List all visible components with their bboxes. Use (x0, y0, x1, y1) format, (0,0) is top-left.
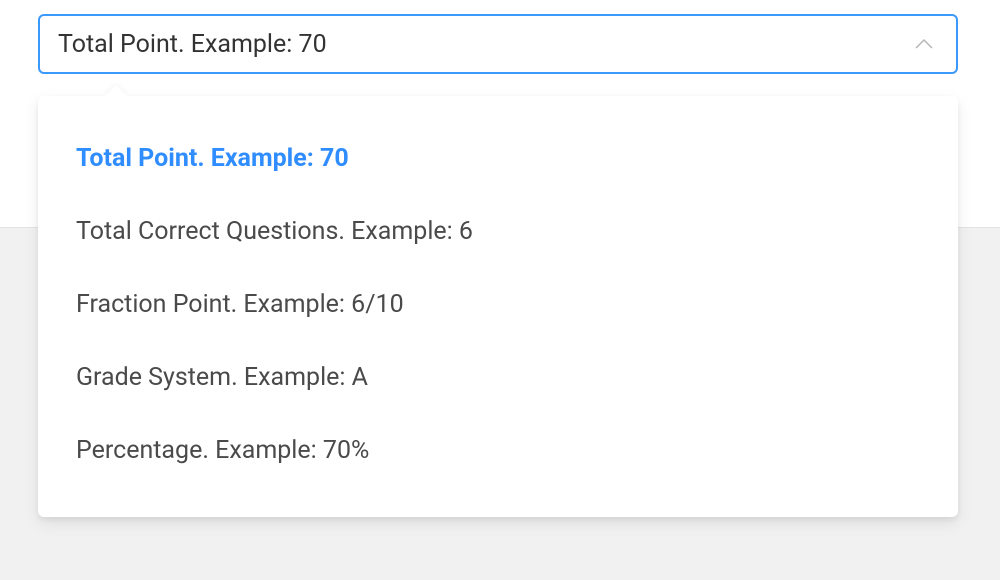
option-total-correct-questions[interactable]: Total Correct Questions. Example: 6 (38, 195, 958, 268)
select-dropdown: Total Point. Example: 70 Total Correct Q… (38, 96, 958, 517)
select-trigger[interactable]: Total Point. Example: 70 (38, 14, 958, 74)
option-fraction-point[interactable]: Fraction Point. Example: 6/10 (38, 268, 958, 341)
chevron-up-icon (914, 38, 934, 50)
option-percentage[interactable]: Percentage. Example: 70% (38, 414, 958, 487)
option-total-point[interactable]: Total Point. Example: 70 (38, 122, 958, 195)
select-value: Total Point. Example: 70 (58, 30, 914, 59)
grading-format-select: Total Point. Example: 70 Total Point. Ex… (38, 14, 958, 74)
option-grade-system[interactable]: Grade System. Example: A (38, 341, 958, 414)
